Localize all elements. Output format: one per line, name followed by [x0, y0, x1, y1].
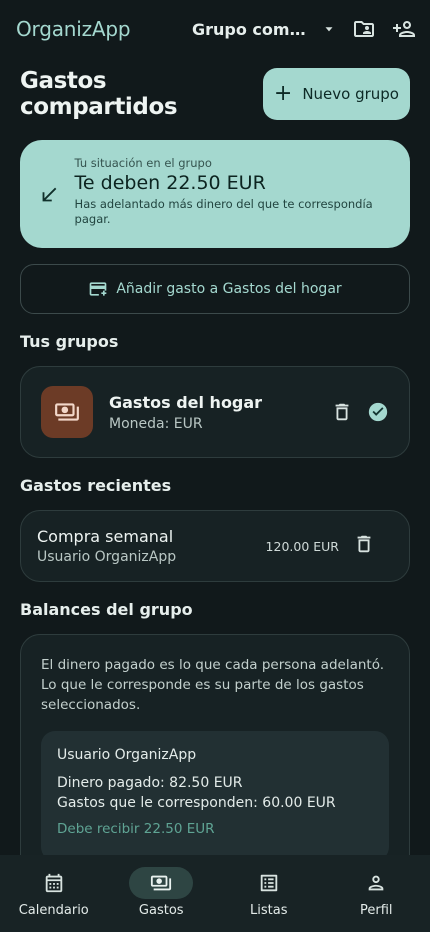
- page-title: Gastos compartidos: [20, 68, 178, 120]
- member-status: Debe recibir 22.50 EUR: [57, 821, 215, 837]
- plus-icon: +: [273, 81, 293, 106]
- new-group-label: Nuevo grupo: [302, 85, 399, 103]
- money-icon: [55, 403, 79, 421]
- bottom-navigation: Calendario Gastos Listas Perfil: [0, 855, 430, 932]
- group-selector-label: Grupo compartido: [192, 19, 316, 39]
- delete-expense-button[interactable]: [353, 533, 393, 559]
- group-name: Gastos del hogar: [109, 392, 263, 412]
- app-name: OrganizApp: [16, 17, 131, 41]
- calendar-icon: [22, 867, 86, 899]
- situation-label: Tu situación en el grupo: [74, 156, 212, 170]
- delete-icon[interactable]: [331, 401, 353, 423]
- person-add-icon[interactable]: [392, 17, 416, 41]
- add-expense-label: Añadir gasto a Gastos del hogar: [116, 281, 342, 297]
- expense-user: Usuario OrganizApp: [37, 549, 177, 565]
- expense-row[interactable]: Compra semanal Usuario OrganizApp 120.00…: [20, 510, 410, 582]
- chevron-down-icon: [325, 27, 333, 32]
- nav-item-calendar[interactable]: Calendario: [0, 855, 108, 932]
- list-icon: [237, 867, 301, 899]
- nav-label-lists: Listas: [250, 903, 288, 918]
- nav-item-lists[interactable]: Listas: [215, 855, 323, 932]
- page-header: Gastos compartidos + Nuevo grupo: [20, 68, 410, 120]
- new-group-button[interactable]: + Nuevo grupo: [262, 68, 410, 120]
- balances-card: El dinero pagado es lo que cada persona …: [20, 634, 410, 874]
- member-owed: Gastos que le corresponden: 60.00 EUR: [57, 795, 336, 811]
- group-selector[interactable]: Grupo compartido: [192, 20, 336, 39]
- nav-label-calendar: Calendario: [18, 903, 89, 918]
- member-name: Usuario OrganizApp: [57, 747, 197, 763]
- delete-icon: [357, 535, 371, 553]
- nav-label-expenses: Gastos: [138, 903, 184, 918]
- group-card[interactable]: Gastos del hogar Moneda: EUR: [20, 366, 410, 458]
- person-icon: [344, 867, 408, 899]
- folder-share-icon[interactable]: [352, 17, 376, 41]
- card-add-icon: [89, 282, 107, 296]
- group-avatar: [41, 386, 93, 438]
- check-circle-icon[interactable]: [367, 401, 389, 423]
- add-expense-button[interactable]: Añadir gasto a Gastos del hogar: [20, 264, 410, 314]
- member-balance: Usuario OrganizApp Dinero pagado: 82.50 …: [41, 731, 389, 861]
- situation-card: Tu situación en el grupo Te deben 22.50 …: [20, 140, 410, 248]
- group-currency: Moneda: EUR: [109, 415, 203, 432]
- expense-title: Compra semanal: [37, 527, 174, 546]
- recent-section-title: Gastos recientes: [20, 476, 172, 495]
- balances-section-title: Balances del grupo: [20, 600, 193, 619]
- situation-amount: Te deben 22.50 EUR: [74, 172, 266, 194]
- expense-amount: 120.00 EUR: [265, 538, 339, 554]
- member-paid: Dinero pagado: 82.50 EUR: [57, 775, 243, 791]
- situation-description: Has adelantado más dinero del que te cor…: [74, 197, 373, 226]
- groups-section-title: Tus grupos: [20, 332, 119, 351]
- balances-description: El dinero pagado es lo que cada persona …: [41, 657, 385, 713]
- nav-item-profile[interactable]: Perfil: [323, 855, 430, 932]
- money-icon: [129, 867, 194, 899]
- nav-item-expenses[interactable]: Gastos: [108, 855, 216, 932]
- top-app-bar: OrganizApp Grupo compartido: [0, 0, 430, 58]
- arrow-down-left-icon: [38, 184, 61, 210]
- nav-label-profile: Perfil: [359, 903, 393, 918]
